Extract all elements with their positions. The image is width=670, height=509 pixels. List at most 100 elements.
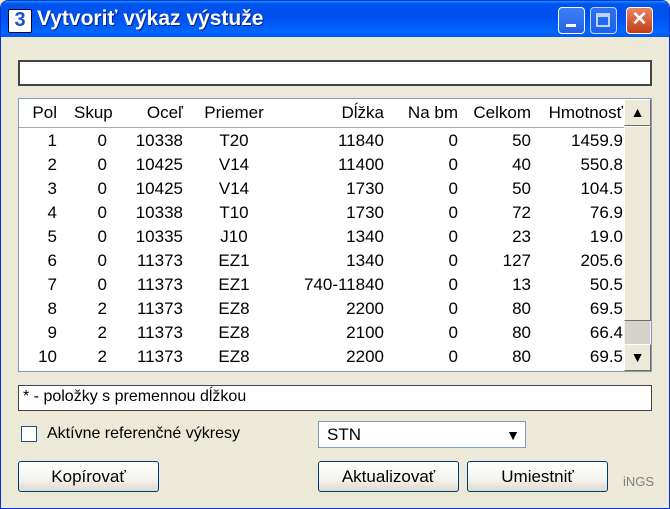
maximize-button[interactable]	[590, 7, 617, 34]
scroll-thumb[interactable]	[624, 126, 651, 321]
cell-na-bm: 0	[448, 179, 458, 198]
header-celkom[interactable]: Celkom	[469, 102, 531, 124]
title-bar[interactable]: 3 Vytvoriť výkaz výstuže ✕	[1, 1, 669, 37]
cell-skup: 0	[97, 131, 107, 150]
cell-dlzka: 1730	[346, 179, 384, 198]
cell-hmotnost: 50.5	[589, 275, 623, 294]
table-row[interactable]: 3 0 10425 V14 1730 0 50 104.5	[19, 177, 624, 200]
cell-na-bm: 0	[448, 131, 458, 150]
cell-celkom: 50	[512, 179, 531, 198]
cell-hmotnost: 76.9	[589, 203, 623, 222]
vertical-scrollbar[interactable]: ▲ ▼	[624, 99, 651, 371]
header-skup[interactable]: Skup	[74, 102, 113, 124]
cell-pol: 9	[47, 323, 57, 342]
cell-dlzka: 1340	[346, 227, 384, 246]
scroll-track[interactable]	[625, 321, 650, 344]
cell-skup: 2	[97, 323, 107, 342]
cell-na-bm: 0	[448, 299, 458, 318]
header-hmotnost[interactable]: Hmotnosť	[539, 102, 623, 124]
cell-hmotnost: 104.5	[580, 179, 623, 198]
cell-priemer: V14	[218, 179, 250, 198]
app-icon: 3	[8, 9, 32, 33]
maximize-icon	[596, 13, 610, 27]
cell-pol: 10	[38, 347, 57, 366]
header-priemer[interactable]: Priemer	[199, 102, 269, 124]
cell-celkom: 127	[502, 251, 531, 270]
rebar-table[interactable]: Pol Skup Oceľ Priemer Dĺžka Na bm Celkom…	[18, 98, 652, 372]
cell-hmotnost: 205.6	[580, 251, 623, 270]
top-text-field[interactable]	[18, 60, 652, 86]
cell-ocel: 10335	[135, 227, 183, 246]
scroll-down-button[interactable]: ▼	[624, 344, 651, 371]
arrow-up-icon: ▲	[630, 104, 645, 120]
cell-celkom: 23	[512, 227, 531, 246]
minimize-button[interactable]	[558, 7, 585, 34]
cell-dlzka: 2100	[346, 323, 384, 342]
cell-priemer: T20	[219, 131, 249, 150]
variable-length-note-field[interactable]: * - položky s premennou dĺžkou	[18, 385, 652, 411]
cell-ocel: 10338	[135, 203, 183, 222]
cell-dlzka: 11400	[337, 155, 384, 174]
cell-celkom: 80	[512, 323, 531, 342]
header-dlzka[interactable]: Dĺžka	[289, 102, 384, 124]
window-title: Vytvoriť výkaz výstuže	[37, 7, 264, 30]
close-button[interactable]: ✕	[626, 7, 653, 34]
cell-hmotnost: 69.5	[589, 347, 623, 366]
brand-logo-text: iNGS	[623, 474, 655, 489]
cell-na-bm: 0	[448, 251, 458, 270]
table-row[interactable]: 7 0 11373 EZ1 740-11840 0 13 50.5	[19, 273, 624, 296]
cell-na-bm: 0	[448, 203, 458, 222]
cell-priemer: T10	[219, 203, 249, 222]
active-references-checkbox[interactable]	[21, 426, 37, 442]
arrow-down-icon: ▼	[630, 349, 645, 365]
cell-celkom: 40	[512, 155, 531, 174]
table-row[interactable]: 4 0 10338 T10 1730 0 72 76.9	[19, 201, 624, 224]
cell-dlzka: 2200	[346, 299, 384, 318]
cell-skup: 2	[97, 299, 107, 318]
cell-na-bm: 0	[448, 323, 458, 342]
active-references-label[interactable]: Aktívne referenčné výkresy	[47, 424, 240, 444]
close-icon: ✕	[631, 9, 648, 30]
header-pol[interactable]: Pol	[19, 102, 57, 124]
minimize-icon	[566, 24, 576, 27]
cell-hmotnost: 19.0	[589, 227, 623, 246]
cell-dlzka: 11840	[337, 131, 384, 150]
cell-priemer: EZ8	[218, 347, 250, 366]
cell-pol: 3	[47, 179, 57, 198]
chevron-down-icon[interactable]: ▼	[506, 425, 520, 445]
cell-dlzka: 1730	[346, 203, 384, 222]
cell-celkom: 72	[512, 203, 531, 222]
cell-na-bm: 0	[448, 347, 458, 366]
header-na-bm[interactable]: Na bm	[394, 102, 458, 124]
cell-pol: 8	[47, 299, 57, 318]
cell-dlzka: 2200	[346, 347, 384, 366]
cell-dlzka: 740-11840	[303, 275, 384, 294]
header-ocel[interactable]: Oceľ	[119, 102, 183, 124]
cell-skup: 0	[97, 227, 107, 246]
table-row[interactable]: 2 0 10425 V14 11400 0 40 550.8	[19, 153, 624, 176]
cell-ocel: 11373	[136, 275, 183, 294]
cell-skup: 0	[97, 179, 107, 198]
table-row[interactable]: 6 0 11373 EZ1 1340 0 127 205.6	[19, 249, 624, 272]
cell-hmotnost: 69.5	[589, 299, 623, 318]
cell-celkom: 80	[512, 347, 531, 366]
table-row[interactable]: 5 0 10335 J10 1340 0 23 19.0	[19, 225, 624, 248]
table-row[interactable]: 8 2 11373 EZ8 2200 0 80 69.5	[19, 297, 624, 320]
copy-button[interactable]: Kopírovať	[18, 461, 159, 492]
cell-celkom: 50	[512, 131, 531, 150]
standard-select[interactable]: STN ▼	[318, 421, 526, 448]
cell-pol: 2	[47, 155, 57, 174]
cell-skup: 2	[97, 347, 107, 366]
cell-hmotnost: 550.8	[580, 155, 623, 174]
place-button[interactable]: Umiestniť	[467, 461, 608, 492]
scroll-up-button[interactable]: ▲	[624, 99, 651, 126]
table-row[interactable]: 10 2 11373 EZ8 2200 0 80 69.5	[19, 345, 624, 368]
cell-ocel: 10425	[135, 155, 183, 174]
cell-ocel: 10338	[135, 131, 183, 150]
update-button[interactable]: Aktualizovať	[318, 461, 459, 492]
standard-select-value: STN	[327, 425, 361, 444]
table-grid: Pol Skup Oceľ Priemer Dĺžka Na bm Celkom…	[19, 99, 624, 371]
table-row[interactable]: 1 0 10338 T20 11840 0 50 1459.9	[19, 129, 624, 152]
table-row[interactable]: 9 2 11373 EZ8 2100 0 80 66.4	[19, 321, 624, 344]
cell-skup: 0	[97, 155, 107, 174]
